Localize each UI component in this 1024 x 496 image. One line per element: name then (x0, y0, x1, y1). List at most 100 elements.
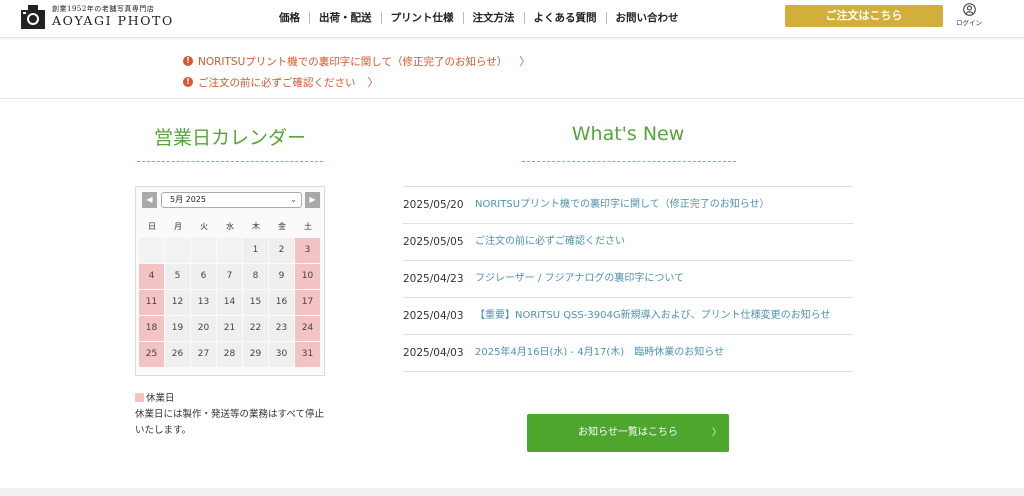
alert-icon: ! (183, 56, 193, 66)
nav-item-price[interactable]: 価格 (270, 12, 309, 24)
calendar-controls: ◀ 5月 2025 ⌄ ▶ (142, 192, 320, 210)
calendar-empty-cell (217, 238, 242, 263)
news-more-label: お知らせ一覧はこちら (578, 427, 678, 438)
month-select[interactable]: 5月 2025 ⌄ (161, 192, 302, 208)
holiday-legend: 休業日 (135, 390, 175, 404)
news-more-button[interactable]: お知らせ一覧はこちら 〉 (527, 414, 729, 452)
footer-strip (0, 488, 1024, 496)
calendar-day-holiday: 4 (139, 264, 164, 289)
news-item: 2025/04/03 2025年4月16日(水) - 4月17(木) 臨時休業のお… (403, 334, 853, 372)
calendar-day: 15 (243, 290, 268, 315)
nav-item-print-spec[interactable]: プリント仕様 (380, 12, 463, 24)
notice-text: ご注文の前に必ずご確認ください (198, 76, 356, 89)
calendar-day: 19 (165, 316, 190, 341)
calendar-empty-cell (191, 238, 216, 263)
chevron-down-icon: ⌄ (290, 195, 297, 204)
nav-item-faq[interactable]: よくある質問 (523, 12, 606, 24)
login-button[interactable]: ログイン (952, 3, 986, 33)
weekday-label: 土 (304, 222, 312, 231)
calendar-day: 29 (243, 342, 268, 367)
weekday-label: 火 (200, 222, 208, 231)
month-select-value: 5月 2025 (170, 195, 206, 204)
order-button[interactable]: ご注文はこちら (785, 5, 943, 27)
calendar-day-holiday: 10 (295, 264, 320, 289)
holiday-legend-note: 休業日には製作・発送等の業務はすべて停止いたします。 (135, 409, 324, 436)
calendar-week-row: 11 12 13 14 15 16 17 (139, 290, 321, 316)
calendar-day: 2 (269, 238, 294, 263)
calendar-day: 23 (269, 316, 294, 341)
calendar-day: 12 (165, 290, 190, 315)
calendar-day: 22 (243, 316, 268, 341)
calendar-week-row: 25 26 27 28 29 30 31 (139, 342, 321, 368)
news-item: 2025/04/03 【重要】NORITSU QSS-3904G新規導入および、プ… (403, 297, 853, 334)
news-date: 2025/05/20 (403, 199, 464, 211)
calendar-day: 30 (269, 342, 294, 367)
notice-band: ! NORITSUプリント機での裏印字に関して（修正完了のお知らせ） 〉 ! ご… (0, 39, 1024, 99)
calendar-week-row: 18 19 20 21 22 23 24 (139, 316, 321, 342)
weekday-label: 金 (278, 222, 286, 231)
news-link[interactable]: ご注文の前に必ずご確認ください (475, 234, 625, 250)
calendar-empty-cell (139, 238, 164, 263)
news-link[interactable]: 2025年4月16日(水) - 4月17(木) 臨時休業のお知らせ (475, 345, 724, 361)
news-link[interactable]: 【重要】NORITSU QSS-3904G新規導入および、プリント仕様変更のお知… (475, 308, 830, 324)
calendar-title-divider (137, 161, 323, 162)
calendar-week-row: 4 5 6 7 8 9 10 (139, 264, 321, 290)
main-nav: 価格 出荷・配送 プリント仕様 注文方法 よくある質問 お問い合わせ (270, 10, 688, 26)
weekday-label: 木 (252, 222, 260, 231)
news-title-divider (522, 161, 736, 162)
next-month-button[interactable]: ▶ (305, 192, 320, 208)
calendar-day: 6 (191, 264, 216, 289)
user-icon (962, 3, 976, 16)
calendar-empty-cell (165, 238, 190, 263)
notice-text: NORITSUプリント機での裏印字に関して（修正完了のお知らせ） (198, 55, 508, 68)
calendar-day-holiday: 25 (139, 342, 164, 367)
prev-month-button[interactable]: ◀ (142, 192, 157, 208)
weekday-label: 月 (174, 222, 182, 231)
calendar-day: 7 (217, 264, 242, 289)
calendar-day: 26 (165, 342, 190, 367)
holiday-legend-label: 休業日 (146, 393, 175, 404)
site-logo[interactable]: 創業1952年の老舗写真専門店 AOYAGI PHOTO (20, 3, 172, 33)
nav-item-shipping[interactable]: 出荷・配送 (309, 12, 381, 24)
notice-link[interactable]: ! ご注文の前に必ずご確認ください 〉 (183, 74, 379, 90)
holiday-swatch (135, 392, 144, 402)
calendar-day: 5 (165, 264, 190, 289)
calendar-week-row: 123 (139, 238, 321, 264)
calendar-day: 21 (217, 316, 242, 341)
calendar-weekday-row: 日月火水木金土 (139, 216, 321, 238)
calendar-day: 14 (217, 290, 242, 315)
news-date: 2025/04/03 (403, 347, 464, 359)
logo-name: AOYAGI PHOTO (52, 13, 174, 28)
news-link[interactable]: フジレーザー / フジアナログの裏印字について (475, 271, 684, 287)
calendar-day: 1 (243, 238, 268, 263)
news-item: 2025/05/05 ご注文の前に必ずご確認ください (403, 223, 853, 260)
calendar-day-holiday: 31 (295, 342, 320, 367)
calendar-day: 9 (269, 264, 294, 289)
chevron-right-icon: 〉 (367, 76, 379, 89)
camera-logo-icon (21, 5, 45, 29)
calendar-grid: 日月火水木金土 1 2 3 4 5 6 7 8 9 10 11 12 13 14 15 16 17 18 19 20 2… (139, 216, 321, 368)
weekday-label: 日 (148, 222, 156, 231)
news-link[interactable]: NORITSUプリント機での裏印字に関して（修正完了のお知らせ） (475, 197, 770, 213)
weekday-label: 水 (226, 222, 234, 231)
notice-link[interactable]: ! NORITSUプリント機での裏印字に関して（修正完了のお知らせ） 〉 (183, 53, 530, 69)
calendar-day: 16 (269, 290, 294, 315)
news-date: 2025/04/03 (403, 310, 464, 322)
news-title: What's New (571, 123, 685, 145)
chevron-right-icon: 〉 (711, 428, 721, 438)
calendar-day: 28 (217, 342, 242, 367)
calendar-body: 1 2 3 4 5 6 7 8 9 10 11 12 13 14 15 16 17 18 19 20 21 22 23 24 2… (139, 238, 321, 368)
alert-icon: ! (183, 77, 193, 87)
chevron-right-icon: 〉 (519, 55, 531, 68)
login-label: ログイン (956, 19, 982, 27)
news-list: 2025/05/20 NORITSUプリント機での裏印字に関して（修正完了のお知ら… (403, 186, 853, 372)
calendar-day: 20 (191, 316, 216, 341)
calendar-title: 営業日カレンダー (153, 127, 306, 149)
nav-item-contact[interactable]: お問い合わせ (605, 12, 688, 24)
business-calendar: ◀ 5月 2025 ⌄ ▶ 日月火水木金土 1 2 3 4 5 6 7 8 9 10 11 12 13 1… (135, 186, 325, 376)
news-date: 2025/04/23 (403, 273, 464, 285)
calendar-day: 27 (191, 342, 216, 367)
calendar-day: 8 (243, 264, 268, 289)
calendar-day-holiday: 24 (295, 316, 320, 341)
nav-item-how-to-order[interactable]: 注文方法 (462, 12, 524, 24)
